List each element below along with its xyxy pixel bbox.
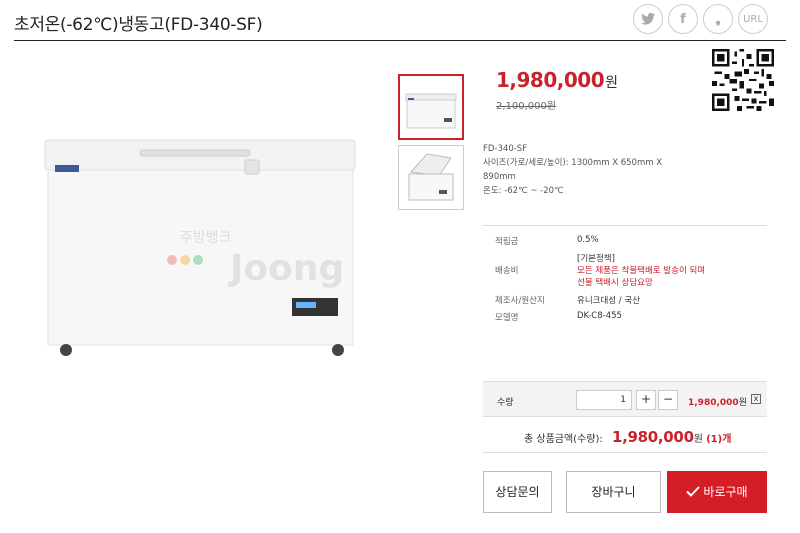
info-label: 적립금 bbox=[495, 237, 519, 247]
total-unit: 원 bbox=[693, 434, 703, 445]
product-thumbnail[interactable] bbox=[398, 74, 464, 140]
info-label: 배송비 bbox=[495, 266, 519, 276]
title-divider bbox=[14, 40, 786, 41]
info-value: [기본정책] bbox=[577, 254, 615, 264]
total-count: (1)개 bbox=[706, 434, 732, 445]
watermark-text: 주방뱅크 bbox=[180, 230, 232, 246]
quantity-minus-button[interactable]: − bbox=[658, 390, 678, 410]
checkmark-icon bbox=[686, 486, 701, 497]
remove-item-button[interactable]: x bbox=[751, 394, 761, 404]
sale-price-unit: 원 bbox=[605, 75, 618, 91]
buy-now-label: 바로구매 bbox=[703, 485, 748, 499]
info-label: 모델명 bbox=[495, 313, 519, 323]
product-thumbnail[interactable] bbox=[398, 145, 464, 210]
info-value: DK-C8-455 bbox=[577, 311, 622, 321]
desc-line: FD-340-SF bbox=[483, 144, 528, 154]
product-main-image: 주방뱅크 Joong bbox=[44, 139, 356, 356]
add-to-cart-button[interactable]: 장바구니 bbox=[566, 471, 661, 513]
freezer-open-thumbnail bbox=[408, 153, 454, 201]
sale-price-value: 1,980,000 bbox=[496, 68, 605, 92]
total-price: 총 상품금액(수량): 1,980,000원 (1)개 bbox=[524, 428, 731, 446]
freezer-closed-thumbnail bbox=[405, 93, 457, 129]
desc-line: 온도: -62℃ ~ -20℃ bbox=[483, 186, 564, 196]
line-price-value: 1,980,000 bbox=[688, 398, 739, 408]
quantity-selector: 수량 1 + − 1,980,000원 x bbox=[483, 381, 767, 417]
shipping-note: 선불 택배시 상담요망 bbox=[577, 278, 653, 288]
sale-price: 1,980,000원 bbox=[496, 68, 618, 92]
shipping-note: 모든 제품은 착불택배로 발송이 되며 bbox=[577, 266, 706, 276]
quantity-label: 수량 bbox=[497, 398, 514, 408]
info-value: 유니크대성 / 국산 bbox=[577, 296, 641, 306]
desc-line: 890mm bbox=[483, 172, 516, 182]
divider bbox=[483, 452, 767, 453]
line-price-unit: 원 bbox=[738, 398, 747, 408]
buy-now-button[interactable]: 바로구매 bbox=[667, 471, 767, 513]
kakao-share-button[interactable]: ❟ bbox=[703, 4, 733, 34]
line-price: 1,980,000원 bbox=[688, 395, 747, 408]
quantity-input[interactable]: 1 bbox=[576, 390, 632, 410]
info-value: 0.5% bbox=[577, 235, 599, 245]
page-title: 초저온(-62℃)냉동고(FD-340-SF) bbox=[14, 15, 263, 35]
divider bbox=[483, 225, 767, 226]
original-price: 2,100,000원 bbox=[496, 101, 557, 112]
twitter-icon bbox=[641, 13, 655, 25]
desc-line: 사이즈(가로/세로/높이): 1300mm X 650mm X bbox=[483, 158, 663, 168]
total-amount: 1,980,000 bbox=[611, 428, 694, 446]
twitter-share-button[interactable] bbox=[633, 4, 663, 34]
inquiry-button[interactable]: 상담문의 bbox=[483, 471, 552, 513]
watermark-brand: Joong bbox=[227, 248, 344, 289]
kakao-icon: ❟ bbox=[715, 11, 721, 27]
product-description: FD-340-SF 사이즈(가로/세로/높이): 1300mm X 650mm … bbox=[483, 142, 662, 198]
url-share-button[interactable]: URL bbox=[738, 4, 768, 34]
total-label: 총 상품금액(수량): bbox=[524, 434, 603, 445]
quantity-plus-button[interactable]: + bbox=[636, 390, 656, 410]
facebook-share-button[interactable]: f bbox=[668, 4, 698, 34]
qr-code bbox=[712, 49, 774, 111]
info-label: 제조사/원산지 bbox=[495, 296, 545, 306]
facebook-icon: f bbox=[680, 11, 686, 27]
url-label: URL bbox=[743, 13, 763, 25]
